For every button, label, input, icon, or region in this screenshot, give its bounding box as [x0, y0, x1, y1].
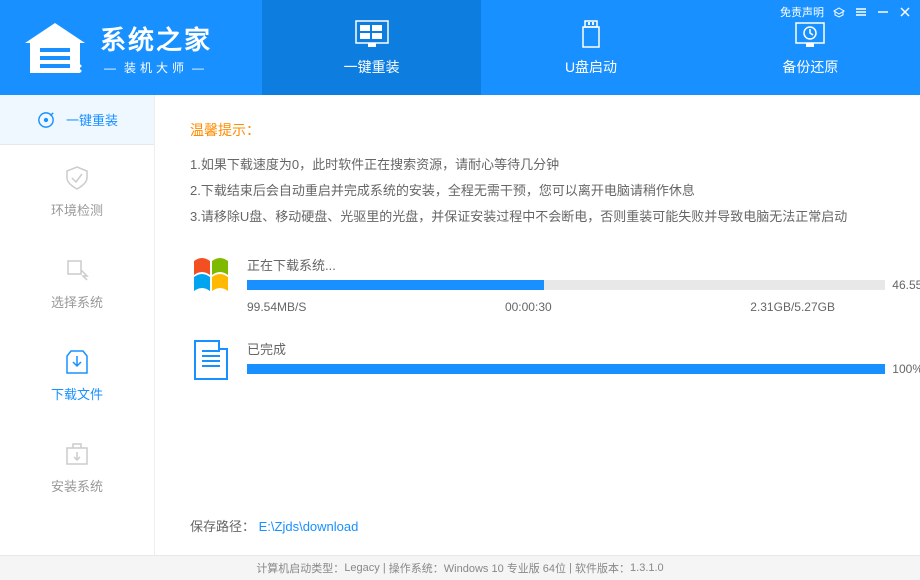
sidebar-item-select-system[interactable]: 选择系统	[0, 237, 154, 329]
header: 系统之家 装机大师 一键重装 U盘启动	[0, 0, 920, 95]
completed-progress-bar: 100%	[247, 364, 885, 374]
tab-label: U盘启动	[565, 57, 617, 77]
tip-line: 2.下载结束后会自动重启并完成系统的安装，全程无需干预，您可以离开电脑请稍作休息	[190, 178, 885, 204]
sidebar-label: 安装系统	[51, 476, 103, 495]
disclaimer-link[interactable]: 免责声明	[780, 4, 824, 20]
window-controls: 免责声明	[780, 4, 912, 20]
tip-line: 1.如果下载速度为0，此时软件正在搜索资源，请耐心等待几分钟	[190, 152, 885, 178]
sidebar-label: 一键重装	[66, 110, 118, 129]
logo-subtitle: 装机大师	[100, 59, 212, 76]
logo-title: 系统之家	[100, 20, 212, 57]
sidebar-item-env-check[interactable]: 环境检测	[0, 145, 154, 237]
windows-icon	[354, 19, 390, 49]
os-label: 操作系统：	[389, 560, 444, 576]
save-path-label: 保存路径：	[190, 519, 255, 534]
save-path-value[interactable]: E:\Zjds\download	[259, 519, 359, 534]
download-progress-fill	[247, 280, 544, 290]
logo: 系统之家 装机大师	[0, 18, 232, 78]
restore-icon	[792, 19, 828, 49]
completed-progress-fill	[247, 364, 885, 374]
sidebar-label: 选择系统	[51, 292, 103, 311]
tab-reinstall[interactable]: 一键重装	[262, 0, 481, 95]
close-icon[interactable]	[898, 5, 912, 19]
menu-icon[interactable]	[854, 5, 868, 19]
install-icon	[63, 440, 91, 468]
tab-usb-boot[interactable]: U盘启动	[481, 0, 700, 95]
sidebar-item-reinstall[interactable]: 一键重装	[0, 95, 154, 145]
tab-label: 备份还原	[782, 57, 838, 77]
select-icon	[63, 256, 91, 284]
house-logo-icon	[20, 18, 90, 78]
minimize-icon[interactable]	[876, 5, 890, 19]
document-icon	[190, 339, 232, 381]
version: 1.3.1.0	[630, 562, 664, 574]
download-icon	[63, 348, 91, 376]
sidebar-label: 下载文件	[51, 384, 103, 403]
hat-icon[interactable]	[832, 5, 846, 19]
sidebar-label: 环境检测	[51, 200, 103, 219]
save-path-row: 保存路径： E:\Zjds\download	[190, 516, 358, 535]
download-elapsed: 00:00:30	[505, 300, 552, 314]
main-content: 温馨提示： 1.如果下载速度为0，此时软件正在搜索资源，请耐心等待几分钟 2.下…	[155, 95, 920, 555]
sidebar-item-install[interactable]: 安装系统	[0, 421, 154, 513]
shield-icon	[63, 164, 91, 192]
version-label: 软件版本：	[575, 560, 630, 576]
footer: 计算机启动类型： Legacy | 操作系统： Windows 10 专业版 6…	[0, 555, 920, 580]
completed-label: 已完成	[247, 339, 885, 358]
sidebar: 一键重装 环境检测 选择系统 下载文件 安装系统	[0, 95, 155, 555]
completed-percent: 100%	[892, 362, 920, 376]
usb-icon	[573, 19, 609, 49]
windows-logo-icon	[190, 255, 232, 297]
target-icon	[36, 110, 56, 130]
sidebar-item-download[interactable]: 下载文件	[0, 329, 154, 421]
download-status-label: 正在下载系统...	[247, 255, 885, 274]
download-progress-bar: 46.55%	[247, 280, 885, 290]
completed-row: 已完成 100%	[190, 339, 885, 381]
download-system-row: 正在下载系统... 46.55% 99.54MB/S 00:00:30 2.31…	[190, 255, 885, 314]
tips-title: 温馨提示：	[190, 120, 885, 140]
os: Windows 10 专业版 64位	[444, 560, 566, 576]
tip-line: 3.请移除U盘、移动硬盘、光驱里的光盘，并保证安装过程中不会断电，否则重装可能失…	[190, 204, 885, 230]
download-percent: 46.55%	[892, 278, 920, 292]
download-size: 2.31GB/5.27GB	[750, 300, 835, 314]
boot-type: Legacy	[344, 562, 379, 574]
boot-type-label: 计算机启动类型：	[256, 560, 344, 576]
download-speed: 99.54MB/S	[247, 300, 306, 314]
tab-label: 一键重装	[344, 57, 400, 77]
